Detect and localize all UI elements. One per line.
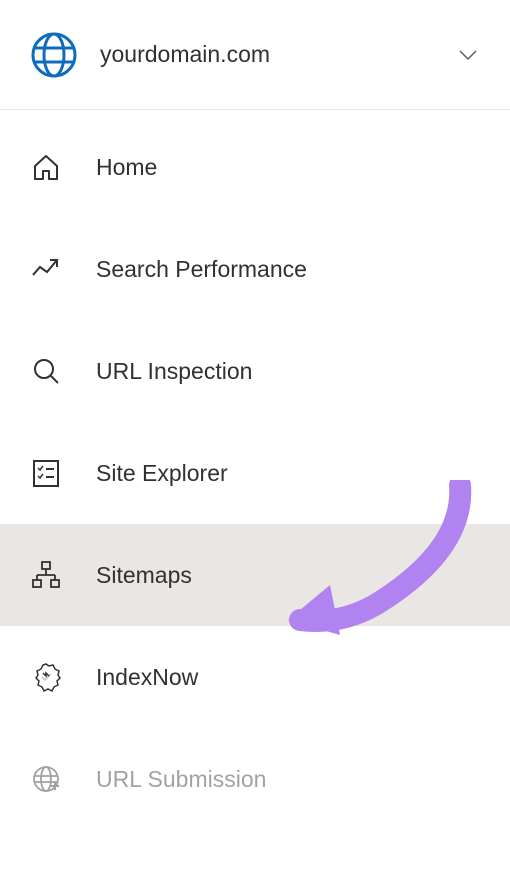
globe-icon xyxy=(30,31,78,79)
sidebar-item-label: URL Inspection xyxy=(96,358,252,385)
sidebar-item-sitemaps[interactable]: Sitemaps xyxy=(0,524,510,626)
sidebar-item-home[interactable]: Home xyxy=(0,116,510,218)
sidebar-item-indexnow[interactable]: IndexNow xyxy=(0,626,510,728)
gear-icon xyxy=(30,661,62,693)
sidebar-item-label: Site Explorer xyxy=(96,460,228,487)
sidebar-item-url-submission[interactable]: URL Submission xyxy=(0,728,510,830)
sidebar-nav: Home Search Performance URL Inspection xyxy=(0,110,510,830)
sidebar-item-label: Sitemaps xyxy=(96,562,192,589)
chevron-down-icon[interactable] xyxy=(456,43,480,67)
sidebar-item-label: URL Submission xyxy=(96,766,266,793)
sidebar-item-label: Home xyxy=(96,154,157,181)
search-icon xyxy=(30,355,62,387)
header[interactable]: yourdomain.com xyxy=(0,0,510,110)
home-icon xyxy=(30,151,62,183)
trend-up-icon xyxy=(30,253,62,285)
sitemap-icon xyxy=(30,559,62,591)
sidebar-item-site-explorer[interactable]: Site Explorer xyxy=(0,422,510,524)
sidebar-item-label: IndexNow xyxy=(96,664,198,691)
header-left: yourdomain.com xyxy=(30,31,270,79)
sidebar-item-label: Search Performance xyxy=(96,256,307,283)
sidebar-item-url-inspection[interactable]: URL Inspection xyxy=(0,320,510,422)
sidebar-item-search-performance[interactable]: Search Performance xyxy=(0,218,510,320)
domain-text: yourdomain.com xyxy=(100,41,270,68)
checklist-icon xyxy=(30,457,62,489)
globe-plus-icon xyxy=(30,763,62,795)
